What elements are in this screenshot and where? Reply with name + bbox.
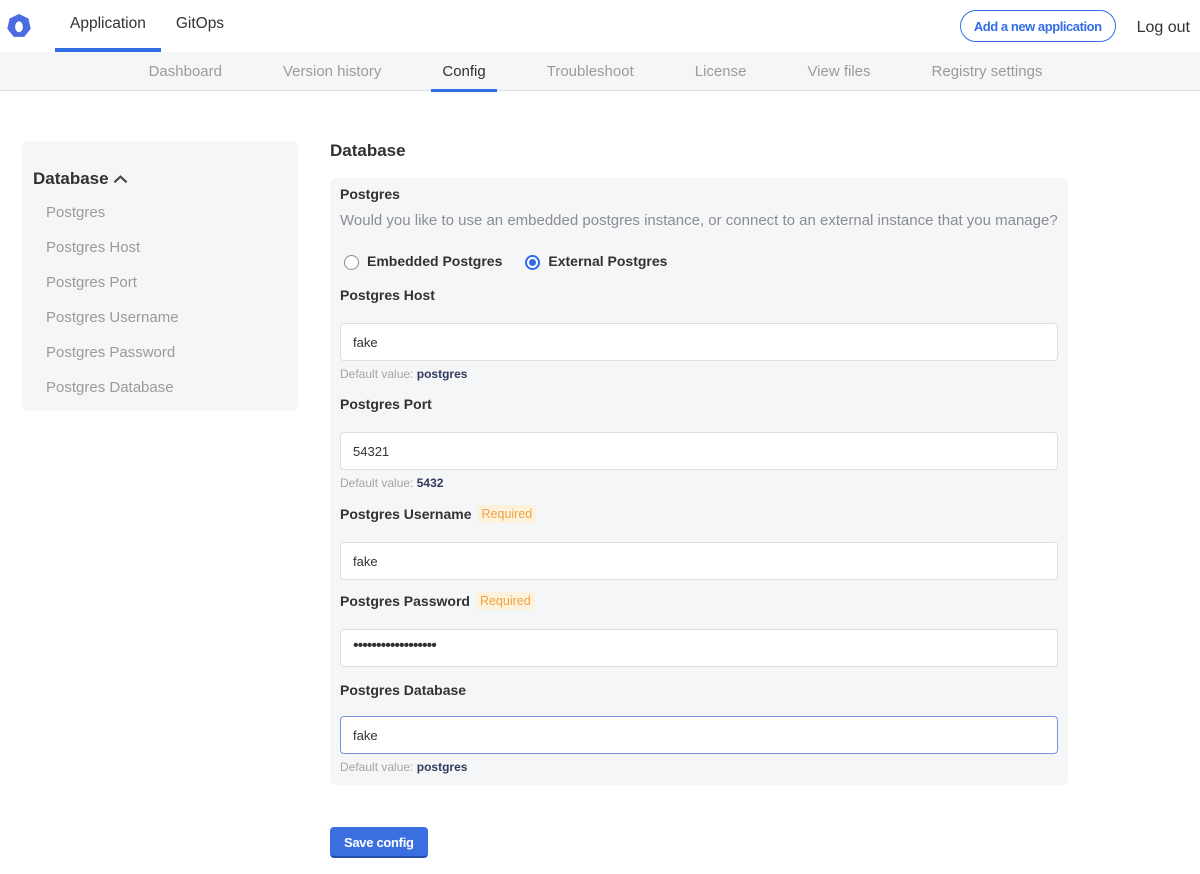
page-title: Database xyxy=(330,141,1068,161)
input-postgres-host[interactable] xyxy=(340,323,1058,361)
input-postgres-password[interactable] xyxy=(340,629,1058,667)
default-label: Default value: xyxy=(340,367,413,381)
postgres-radio-group: Embedded Postgres External Postgres xyxy=(340,253,1058,269)
subnav-tab-license[interactable]: License xyxy=(684,52,758,91)
chevron-up-icon xyxy=(113,175,128,184)
subnav-tab-registry-settings[interactable]: Registry settings xyxy=(921,52,1054,91)
subnav-tab-view-files[interactable]: View files xyxy=(796,52,881,91)
subnav: Dashboard Version history Config Troublesho… xyxy=(0,52,1200,91)
app-tabs: ApplicationGitOps xyxy=(55,0,239,52)
sidebar-item-postgres-username[interactable]: Postgres Username xyxy=(46,309,288,326)
field-label: Postgres Username xyxy=(340,506,472,523)
field-default-help: Default value: postgres xyxy=(340,760,1058,774)
input-postgres-database[interactable] xyxy=(340,716,1058,754)
radio-checked-icon[interactable] xyxy=(525,255,540,270)
topbar-right: Add a new application Log out xyxy=(960,10,1200,42)
sidebar-item-postgres[interactable]: Postgres xyxy=(46,204,288,221)
field-label: Postgres Password xyxy=(340,593,470,610)
config-sidebar: Database Postgres Postgres Host Postgres P… xyxy=(22,141,298,411)
header-tab-gitops[interactable]: GitOps xyxy=(161,0,239,52)
logout-link[interactable]: Log out xyxy=(1137,19,1190,37)
field-postgres-port: Postgres Port Default value: 5432 xyxy=(340,396,1058,490)
required-badge: Required xyxy=(478,505,537,523)
sidebar-group-title: Database xyxy=(33,169,109,189)
radio-unchecked-icon[interactable] xyxy=(344,255,359,270)
config-group-card: Postgres Would you like to use an embedd… xyxy=(330,178,1068,785)
fields: Postgres HostDefault value: postgresPost… xyxy=(340,287,1058,774)
default-value: postgres xyxy=(417,760,468,774)
sidebar-item-postgres-password[interactable]: Postgres Password xyxy=(46,344,288,361)
top-header: ApplicationGitOps Add a new application … xyxy=(0,0,1200,52)
subnav-tab-version-history[interactable]: Version history xyxy=(272,52,392,91)
config-content: Database Postgres Would you like to use … xyxy=(330,141,1068,858)
radio-option-external-postgres[interactable]: External Postgres xyxy=(525,253,667,270)
group-description: Would you like to use an embedded postgr… xyxy=(340,212,1058,229)
required-badge: Required xyxy=(476,592,535,610)
header-tab-application[interactable]: Application xyxy=(55,0,161,52)
subnav-tab-config[interactable]: Config xyxy=(431,52,496,91)
subnav-tab-troubleshoot[interactable]: Troubleshoot xyxy=(536,52,645,91)
field-postgres-username: Postgres Username Required xyxy=(340,505,1058,580)
add-application-button[interactable]: Add a new application xyxy=(960,10,1116,42)
field-postgres-database: Postgres Database Default value: postgres xyxy=(340,682,1058,774)
app-logo-icon xyxy=(7,14,31,37)
input-postgres-port[interactable] xyxy=(340,432,1058,470)
radio-label: Embedded Postgres xyxy=(367,253,502,269)
radio-label: External Postgres xyxy=(548,253,667,269)
app-logo[interactable] xyxy=(0,16,55,37)
input-postgres-username[interactable] xyxy=(340,542,1058,580)
radio-option-embedded-postgres[interactable]: Embedded Postgres xyxy=(344,253,502,270)
field-default-help: Default value: 5432 xyxy=(340,476,1058,490)
field-default-help: Default value: postgres xyxy=(340,367,1058,381)
field-postgres-host: Postgres Host Default value: postgres xyxy=(340,287,1058,381)
sidebar-item-postgres-host[interactable]: Postgres Host xyxy=(46,239,288,256)
sidebar-group-database[interactable]: Database xyxy=(33,169,288,189)
group-title: Postgres xyxy=(340,186,1058,203)
sidebar-item-postgres-database[interactable]: Postgres Database xyxy=(46,379,288,396)
subnav-tab-dashboard[interactable]: Dashboard xyxy=(138,52,233,91)
field-postgres-password: Postgres Password Required xyxy=(340,592,1058,667)
field-label: Postgres Database xyxy=(340,682,466,699)
default-label: Default value: xyxy=(340,476,413,490)
save-config-button[interactable]: Save config xyxy=(330,827,428,858)
page-layout: Database Postgres Postgres Host Postgres P… xyxy=(0,91,1200,858)
default-value: 5432 xyxy=(417,476,444,490)
field-label: Postgres Port xyxy=(340,396,432,413)
sidebar-items: Postgres Postgres Host Postgres Port Postgr… xyxy=(33,204,288,396)
default-label: Default value: xyxy=(340,760,413,774)
field-label: Postgres Host xyxy=(340,287,435,304)
default-value: postgres xyxy=(417,367,468,381)
sidebar-item-postgres-port[interactable]: Postgres Port xyxy=(46,274,288,291)
